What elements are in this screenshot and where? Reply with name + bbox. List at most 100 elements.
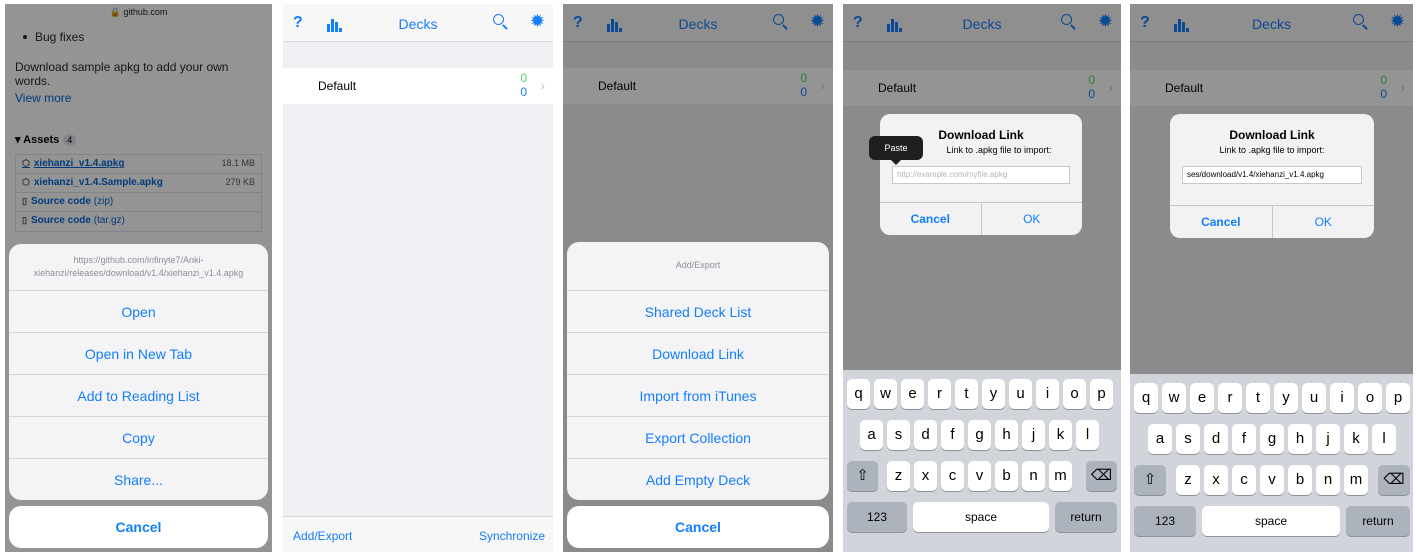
- keyboard-row-2: a s d f g h j k l: [1130, 424, 1413, 454]
- url-input[interactable]: ses/download/v1.4/xiehanzi_v1.4.apkg: [1182, 166, 1362, 184]
- add-empty-deck-button[interactable]: Add Empty Deck: [567, 458, 829, 500]
- keyboard: q w e r t y u i o p a s d f g h j k l ⇧ …: [1130, 374, 1413, 552]
- keyboard-row-2: a s d f g h j k l: [843, 420, 1121, 450]
- key-x[interactable]: x: [1204, 465, 1228, 495]
- key-f[interactable]: f: [941, 420, 964, 450]
- share-button[interactable]: Share...: [9, 458, 268, 500]
- cancel-button[interactable]: Cancel: [880, 203, 982, 235]
- return-key[interactable]: return: [1055, 502, 1117, 532]
- dialog-buttons: Cancel OK: [880, 202, 1082, 235]
- key-y[interactable]: y: [1274, 383, 1298, 413]
- key-x[interactable]: x: [914, 461, 937, 491]
- key-v[interactable]: v: [1260, 465, 1284, 495]
- space-key[interactable]: space: [913, 502, 1049, 532]
- synchronize-button[interactable]: Synchronize: [479, 529, 545, 543]
- cancel-button[interactable]: Cancel: [567, 506, 829, 548]
- delete-key[interactable]: ⌫: [1086, 461, 1117, 491]
- key-m[interactable]: m: [1049, 461, 1072, 491]
- export-collection-button[interactable]: Export Collection: [567, 416, 829, 458]
- ok-button[interactable]: OK: [982, 203, 1083, 235]
- key-n[interactable]: n: [1316, 465, 1340, 495]
- key-g[interactable]: g: [1260, 424, 1284, 454]
- dialog-message: Link to .apkg file to import:: [1219, 145, 1325, 155]
- key-o[interactable]: o: [1358, 383, 1382, 413]
- key-v[interactable]: v: [968, 461, 991, 491]
- key-s[interactable]: s: [1176, 424, 1200, 454]
- download-link-dialog: Download Link Link to .apkg file to impo…: [880, 114, 1082, 235]
- key-s[interactable]: s: [887, 420, 910, 450]
- url-input[interactable]: http://example.com/myfile.apkg: [892, 166, 1070, 184]
- key-u[interactable]: u: [1302, 383, 1326, 413]
- key-f[interactable]: f: [1232, 424, 1256, 454]
- key-l[interactable]: l: [1076, 420, 1099, 450]
- key-e[interactable]: e: [901, 379, 924, 409]
- key-d[interactable]: d: [914, 420, 937, 450]
- key-i[interactable]: i: [1036, 379, 1059, 409]
- add-export-screen: ? Decks ✹ Default 0 0 › Add/Export Share…: [563, 4, 833, 552]
- space-key[interactable]: space: [1202, 506, 1340, 536]
- link-action-sheet: https://github.com/infinyte7/Anki-xiehan…: [9, 244, 268, 500]
- return-key[interactable]: return: [1346, 506, 1410, 536]
- new-count: 0: [520, 71, 527, 85]
- open-new-tab-button[interactable]: Open in New Tab: [9, 332, 268, 374]
- key-w[interactable]: w: [1162, 383, 1186, 413]
- key-a[interactable]: a: [1148, 424, 1172, 454]
- key-j[interactable]: j: [1316, 424, 1340, 454]
- key-a[interactable]: a: [860, 420, 883, 450]
- key-j[interactable]: j: [1022, 420, 1045, 450]
- key-b[interactable]: b: [1288, 465, 1312, 495]
- key-h[interactable]: h: [1288, 424, 1312, 454]
- shared-deck-list-button[interactable]: Shared Deck List: [567, 290, 829, 332]
- add-reading-list-button[interactable]: Add to Reading List: [9, 374, 268, 416]
- key-g[interactable]: g: [968, 420, 991, 450]
- key-l[interactable]: l: [1372, 424, 1396, 454]
- key-q[interactable]: q: [847, 379, 870, 409]
- key-n[interactable]: n: [1022, 461, 1045, 491]
- shift-key[interactable]: ⇧: [1134, 465, 1166, 495]
- key-w[interactable]: w: [874, 379, 897, 409]
- key-m[interactable]: m: [1344, 465, 1368, 495]
- deck-name: Default: [318, 79, 357, 93]
- key-c[interactable]: c: [1232, 465, 1256, 495]
- key-d[interactable]: d: [1204, 424, 1228, 454]
- key-r[interactable]: r: [928, 379, 951, 409]
- key-i[interactable]: i: [1330, 383, 1354, 413]
- ok-button[interactable]: OK: [1273, 206, 1375, 238]
- key-k[interactable]: k: [1344, 424, 1368, 454]
- key-q[interactable]: q: [1134, 383, 1158, 413]
- key-z[interactable]: z: [887, 461, 910, 491]
- paste-button[interactable]: Paste: [869, 136, 923, 165]
- search-icon[interactable]: [493, 14, 509, 30]
- key-u[interactable]: u: [1009, 379, 1032, 409]
- keyboard: q w e r t y u i o p a s d f g h j k l ⇧ …: [843, 370, 1121, 552]
- key-b[interactable]: b: [995, 461, 1018, 491]
- gear-icon[interactable]: ✹: [530, 12, 545, 30]
- key-r[interactable]: r: [1218, 383, 1242, 413]
- key-c[interactable]: c: [941, 461, 964, 491]
- cancel-button[interactable]: Cancel: [1170, 206, 1273, 238]
- cancel-button[interactable]: Cancel: [9, 506, 268, 548]
- dialog-title: Download Link: [1229, 128, 1315, 142]
- open-button[interactable]: Open: [9, 290, 268, 332]
- key-p[interactable]: p: [1090, 379, 1113, 409]
- key-t[interactable]: t: [1246, 383, 1270, 413]
- key-t[interactable]: t: [955, 379, 978, 409]
- import-itunes-button[interactable]: Import from iTunes: [567, 374, 829, 416]
- keyboard-row-3: ⇧ z x c v b n m ⌫: [843, 461, 1121, 491]
- key-y[interactable]: y: [982, 379, 1005, 409]
- shift-key[interactable]: ⇧: [847, 461, 878, 491]
- delete-key[interactable]: ⌫: [1378, 465, 1410, 495]
- key-z[interactable]: z: [1176, 465, 1200, 495]
- nav-bar: ? Decks ✹: [283, 4, 553, 42]
- download-link-button[interactable]: Download Link: [567, 332, 829, 374]
- key-o[interactable]: o: [1063, 379, 1086, 409]
- copy-button[interactable]: Copy: [9, 416, 268, 458]
- key-e[interactable]: e: [1190, 383, 1214, 413]
- key-h[interactable]: h: [995, 420, 1018, 450]
- numbers-key[interactable]: 123: [1134, 506, 1196, 536]
- deck-row-default[interactable]: Default 0 0 ›: [283, 68, 553, 104]
- key-p[interactable]: p: [1386, 383, 1410, 413]
- numbers-key[interactable]: 123: [847, 502, 907, 532]
- add-export-button[interactable]: Add/Export: [293, 529, 352, 543]
- key-k[interactable]: k: [1049, 420, 1072, 450]
